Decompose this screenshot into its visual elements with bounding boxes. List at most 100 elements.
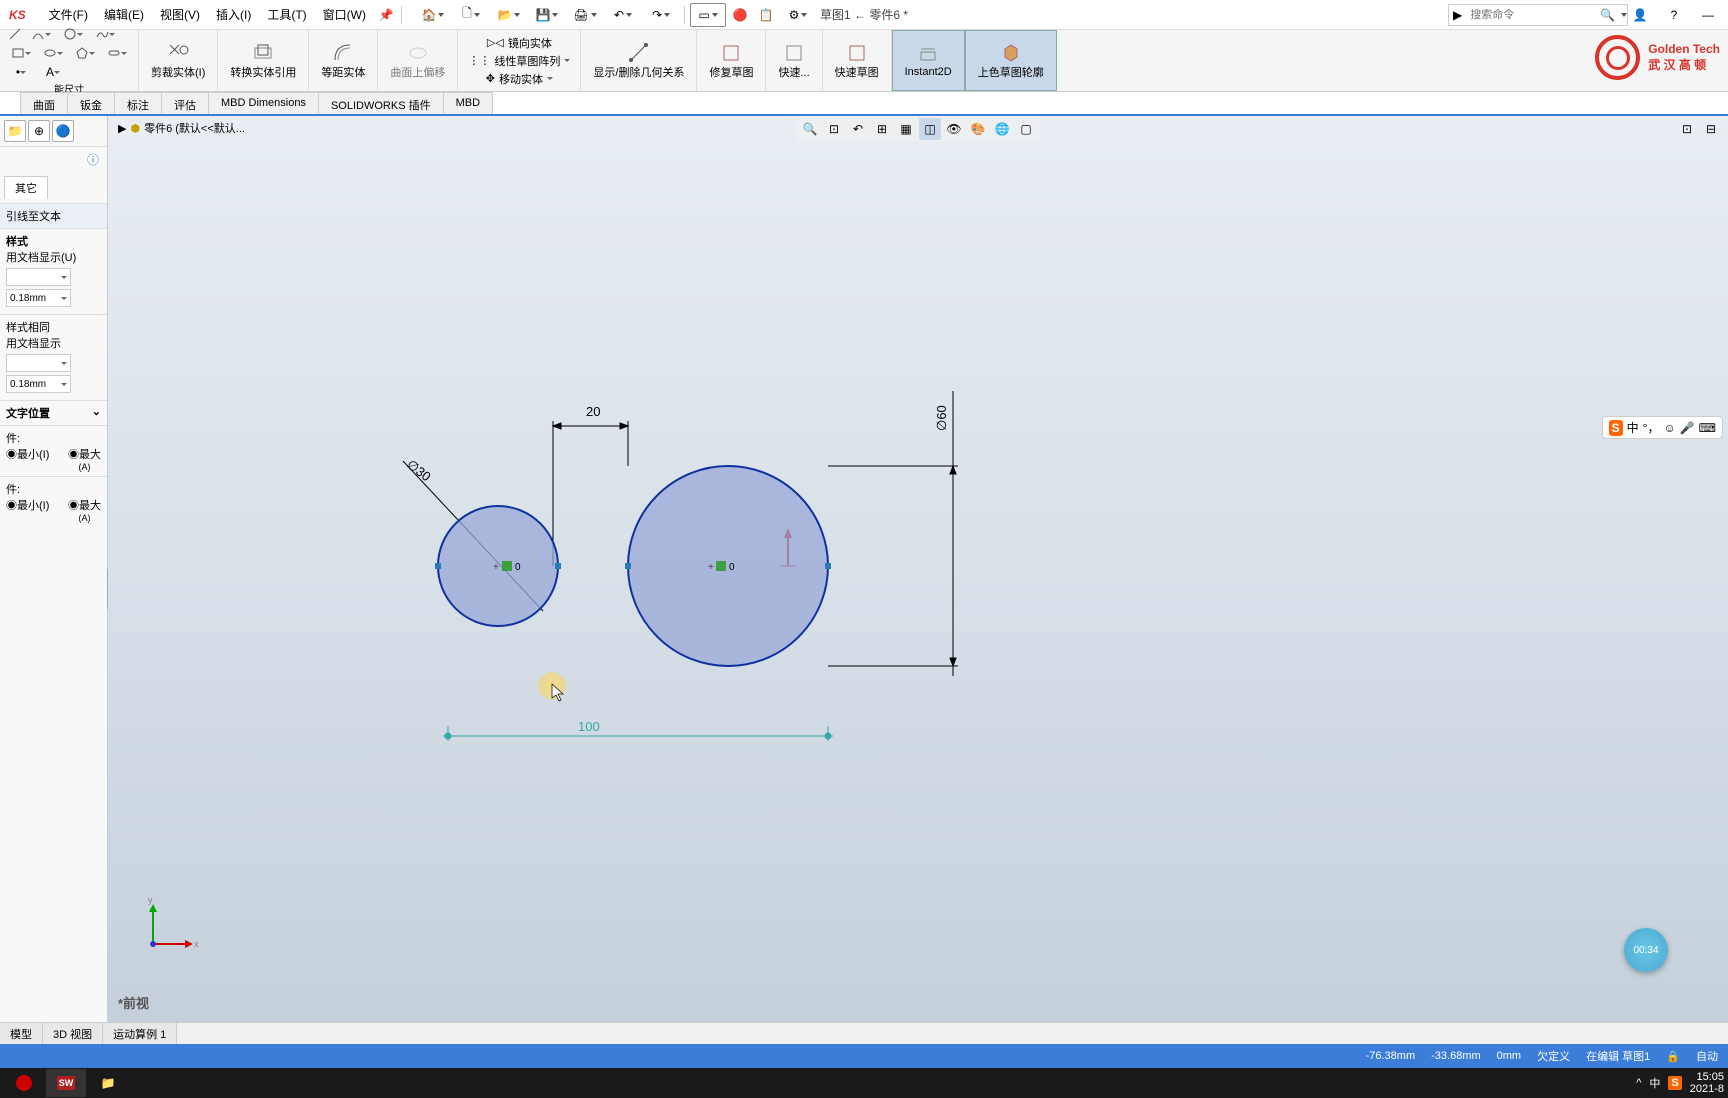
max-radio-1[interactable]: ◉最大 (68, 449, 101, 461)
point-icon[interactable]: • (6, 63, 36, 81)
open-button[interactable]: 📂 (491, 3, 527, 27)
slot-icon[interactable] (102, 44, 132, 62)
circle-large[interactable] (628, 466, 828, 666)
tray-ime-icon[interactable]: S (1668, 1076, 1681, 1090)
tab-surface[interactable]: 曲面 (20, 92, 68, 114)
search-input[interactable] (1466, 9, 1596, 21)
pattern-button[interactable]: ⋮⋮线性草图阵列 (464, 52, 574, 70)
circle-icon[interactable] (58, 25, 88, 43)
help-icon[interactable]: ? (1662, 3, 1686, 27)
rapid-sketch-button[interactable]: 快速草图 (829, 39, 885, 83)
menu-window[interactable]: 窗口(W) (315, 2, 374, 27)
menu-view[interactable]: 视图(V) (152, 2, 208, 27)
use-doc-checkbox-2[interactable]: 用文档显示 (6, 335, 101, 351)
offset-button[interactable]: 等距实体 (315, 39, 371, 83)
line-icon[interactable] (6, 25, 24, 43)
menu-insert[interactable]: 插入(I) (208, 2, 259, 27)
clock-date[interactable]: 2021-8 (1690, 1083, 1724, 1095)
config-icon[interactable]: ⊕ (28, 120, 50, 142)
dim-30-label[interactable]: ∅30 (404, 457, 434, 485)
max-radio-2[interactable]: ◉最大 (68, 500, 101, 512)
3d-view-tab[interactable]: 3D 视图 (43, 1023, 103, 1044)
leader-text-field[interactable]: 引线至文本 (6, 211, 61, 223)
dim-20-label[interactable]: 20 (586, 404, 600, 419)
value-dropdown-2[interactable]: 0.18mm (6, 375, 71, 393)
point-right-2[interactable] (825, 563, 831, 569)
tab-plugins[interactable]: SOLIDWORKS 插件 (318, 92, 444, 114)
pin-icon[interactable]: 📌 (374, 3, 398, 27)
relation-marker-1[interactable] (502, 561, 512, 571)
model-tab[interactable]: 模型 (0, 1023, 43, 1044)
clock-time[interactable]: 15:05 (1690, 1071, 1724, 1083)
start-button[interactable] (4, 1069, 44, 1097)
spline-icon[interactable] (90, 25, 120, 43)
settings-icon[interactable]: ⚙ (780, 3, 816, 27)
relation-marker-2[interactable] (716, 561, 726, 571)
menu-tools[interactable]: 工具(T) (259, 2, 314, 27)
style-dropdown-2[interactable] (6, 354, 71, 372)
rect-icon[interactable] (6, 44, 36, 62)
mirror-button[interactable]: ▷◁镜向实体 (483, 34, 556, 52)
polygon-icon[interactable] (70, 44, 100, 62)
style-dropdown-1[interactable] (6, 268, 71, 286)
surface-offset-button[interactable]: 曲面上偏移 (384, 39, 451, 83)
dim-100-label[interactable]: 100 (578, 719, 600, 734)
print-button[interactable]: 🖨 (567, 3, 603, 27)
text-icon[interactable]: A (38, 63, 68, 81)
taskbar-solidworks-icon[interactable]: SW (46, 1069, 86, 1097)
ime-lang-label[interactable]: 中 (1627, 419, 1639, 436)
shaded-sketch-button[interactable]: 上色草图轮廓 (972, 39, 1050, 83)
user-icon[interactable]: 👤 (1628, 3, 1652, 27)
tray-lang[interactable]: 中 (1649, 1075, 1660, 1091)
rebuild-icon[interactable]: 🔴 (728, 3, 752, 27)
home-button[interactable]: 🏠 (415, 3, 451, 27)
arc-icon[interactable] (26, 25, 56, 43)
repair-button[interactable]: 修复草图 (703, 39, 759, 83)
point-left[interactable] (435, 563, 441, 569)
motion-tab[interactable]: 运动算例 1 (103, 1023, 177, 1044)
search-box[interactable]: ▶ 🔍 (1448, 4, 1628, 26)
ellipse-icon[interactable] (38, 44, 68, 62)
view-triad[interactable]: y x (138, 899, 198, 962)
use-doc-checkbox-1[interactable]: 用文档显示(U) (6, 249, 101, 265)
minimize-icon[interactable]: — (1696, 3, 1720, 27)
tray-up-icon[interactable]: ^ (1636, 1077, 1641, 1089)
options-icon[interactable]: 📋 (754, 3, 778, 27)
menu-edit[interactable]: 编辑(E) (96, 2, 152, 27)
ime-keyboard-icon[interactable]: ⌨ (1699, 421, 1716, 435)
status-sketch-icon[interactable]: 🔒 (1666, 1050, 1680, 1063)
convert-button[interactable]: 转换实体引用 (224, 39, 302, 83)
relations-button[interactable]: 显示/删除几何关系 (587, 39, 690, 83)
tab-mbd-dim[interactable]: MBD Dimensions (208, 92, 319, 114)
ime-emoji-icon[interactable]: ☺ (1663, 421, 1675, 435)
quick-snap-button[interactable]: 快速... (772, 39, 815, 83)
instant2d-button[interactable]: Instant2D (899, 41, 958, 81)
ime-punct-icon[interactable]: °， (1643, 419, 1660, 436)
display-mgr-icon[interactable]: 🔵 (52, 120, 74, 142)
tab-sheetmetal[interactable]: 钣金 (67, 92, 115, 114)
point-left-2[interactable] (625, 563, 631, 569)
menu-file[interactable]: 文件(F) (41, 2, 96, 27)
other-tab[interactable]: 其它 (4, 176, 48, 199)
new-button[interactable]: 🗋 (453, 3, 489, 27)
min-radio-2[interactable]: ◉最小(I) (6, 497, 49, 523)
trim-button[interactable]: 剪裁实体(I) (145, 39, 211, 83)
redo-button[interactable]: ↷ (643, 3, 679, 27)
move-button[interactable]: ✥移动实体 (482, 70, 557, 88)
value-dropdown-1[interactable]: 0.18mm (6, 289, 71, 307)
dim-60-label[interactable]: ∅60 (934, 405, 949, 431)
save-button[interactable]: 💾 (529, 3, 565, 27)
panel-help-icon[interactable]: ⓘ (87, 153, 99, 167)
point-right[interactable] (555, 563, 561, 569)
tab-annotate[interactable]: 标注 (114, 92, 162, 114)
min-radio-1[interactable]: ◉最小(I) (6, 446, 49, 472)
tab-evaluate[interactable]: 评估 (161, 92, 209, 114)
undo-button[interactable]: ↶ (605, 3, 641, 27)
tab-mbd[interactable]: MBD (443, 92, 493, 114)
select-button[interactable]: ▭ (690, 3, 726, 27)
search-icon[interactable]: 🔍 (1596, 8, 1619, 22)
ime-voice-icon[interactable]: 🎤 (1680, 421, 1695, 435)
taskbar-explorer-icon[interactable]: 📁 (88, 1069, 128, 1097)
ime-toolbar[interactable]: S 中 °， ☺ 🎤 ⌨ (1602, 416, 1723, 439)
sketch-canvas[interactable]: 20 ∅60 ∅30 (108, 116, 1728, 1022)
